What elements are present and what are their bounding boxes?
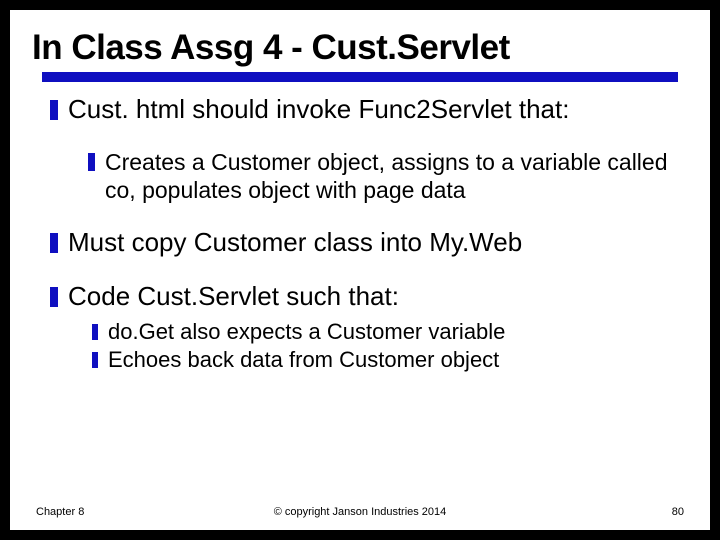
slide-title: In Class Assg 4 - Cust.Servlet bbox=[10, 10, 710, 72]
bullet-level2: Creates a Customer object, assigns to a … bbox=[88, 148, 670, 206]
bullet-level1: Must copy Customer class into My.Web bbox=[50, 227, 670, 259]
bullet-icon bbox=[50, 100, 58, 120]
title-underline bbox=[42, 72, 678, 82]
bullet-level1: Code Cust.Servlet such that: bbox=[50, 281, 670, 313]
bullet-level3: do.Get also expects a Customer variable bbox=[92, 319, 670, 345]
bullet-text: do.Get also expects a Customer variable bbox=[108, 319, 505, 345]
bullet-text: Code Cust.Servlet such that: bbox=[68, 281, 399, 313]
bullet-text: Must copy Customer class into My.Web bbox=[68, 227, 522, 259]
bullet-level3: Echoes back data from Customer object bbox=[92, 347, 670, 373]
slide: In Class Assg 4 - Cust.Servlet Cust. htm… bbox=[10, 10, 710, 530]
bullet-text: Echoes back data from Customer object bbox=[108, 347, 499, 373]
bullet-level1: Cust. html should invoke Func2Servlet th… bbox=[50, 94, 670, 126]
bullet-icon bbox=[92, 324, 98, 340]
bullet-icon bbox=[92, 352, 98, 368]
slide-body: Cust. html should invoke Func2Servlet th… bbox=[10, 94, 710, 373]
bullet-icon bbox=[88, 153, 95, 171]
bullet-icon bbox=[50, 233, 58, 253]
bullet-text: Creates a Customer object, assigns to a … bbox=[105, 148, 670, 206]
footer-center: © copyright Janson Industries 2014 bbox=[10, 506, 710, 518]
bullet-text: Cust. html should invoke Func2Servlet th… bbox=[68, 94, 569, 126]
slide-footer: Chapter 8 © copyright Janson Industries … bbox=[10, 506, 710, 518]
bullet-icon bbox=[50, 287, 58, 307]
